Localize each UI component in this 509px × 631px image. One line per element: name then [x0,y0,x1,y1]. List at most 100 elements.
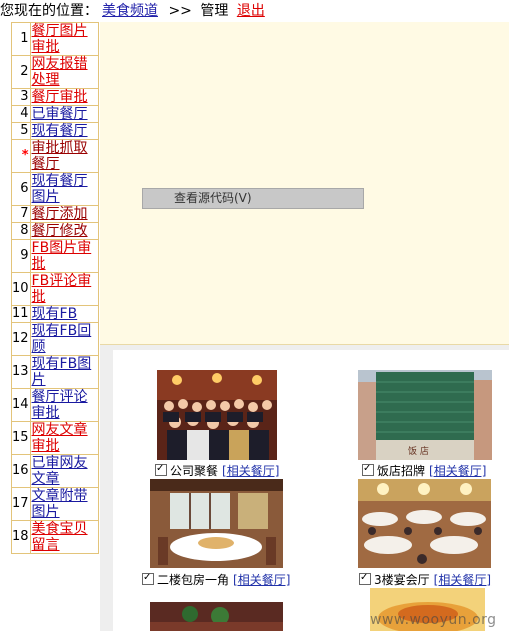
menu-item-cell: 餐厅修改 [29,222,100,240]
menu-item-link[interactable]: 现有餐厅 [32,123,88,139]
menu-item-link[interactable]: 网友文章审批 [32,422,88,454]
menu-item-number: 2 [11,55,31,89]
menu-item-cell: 美食宝贝留言 [29,520,100,554]
menu-item-cell: 文章附带图片 [29,487,100,521]
menu-row: 2 网友报错处理 [11,55,100,89]
menu-item-link[interactable]: FB图片审批 [32,240,92,272]
location-label: 您现在的位置： [0,3,98,19]
photo-group-dinner[interactable] [157,370,277,460]
menu-item-link[interactable]: 审批抓取餐厅 [32,140,88,172]
menu-row: 6 现有餐厅图片 [11,172,100,206]
top-content-frame [100,22,509,345]
caption-text: 饭店招牌 [377,464,426,478]
menu-row: * 审批抓取餐厅 [11,139,100,173]
breadcrumb-separator: >> [168,3,192,19]
menu-item-cell: 餐厅审批 [29,88,100,106]
menu-row: 10 FB评论审批 [11,272,100,306]
menu-item-cell: 现有餐厅 [29,122,100,140]
menu-item-number: 10 [11,272,31,306]
menu-row: 15 网友文章审批 [11,421,100,455]
menu-row: 11 现有FB [11,305,100,323]
menu-item-number: 11 [11,305,31,323]
admin-menu: 1 餐厅图片审批 2 网友报错处理 3 餐厅审批 4 已审餐厅 5 现有餐厅 * 审批抓取餐厅 6 现有餐… [11,22,100,554]
menu-row: 8 餐厅修改 [11,222,100,240]
menu-item-cell: 现有餐厅图片 [29,172,100,206]
menu-item-link[interactable]: 餐厅审批 [32,89,88,105]
menu-item-number: 6 [11,172,31,206]
menu-item-cell: 网友报错处理 [29,55,100,89]
menu-row: 7 餐厅添加 [11,205,100,223]
menu-item-number: 7 [11,205,31,223]
watermark-text: www.wooyun.org [370,612,497,628]
related-restaurant-link[interactable]: [相关餐厅] [429,464,486,478]
menu-item-link[interactable]: 已审餐厅 [32,106,88,122]
photo-restaurant-sign[interactable]: 饭 店 [358,370,492,460]
menu-row: 18 美食宝贝留言 [11,520,100,554]
menu-item-number: 13 [11,355,31,389]
menu-item-number: * [11,139,31,173]
menu-item-link[interactable]: 网友报错处理 [32,56,88,88]
photo-caption: 公司聚餐[相关餐厅] [155,462,279,478]
photo-partial-left[interactable] [150,602,283,631]
food-channel-link[interactable]: 美食频道 [102,3,158,19]
menu-item-number: 18 [11,520,31,554]
menu-item-number: 15 [11,421,31,455]
photo-checkbox[interactable] [155,462,167,476]
logout-link[interactable]: 退出 [237,3,265,19]
menu-item-link[interactable]: 餐厅评论审批 [32,389,88,421]
menu-row: 5 现有餐厅 [11,122,100,140]
menu-item-cell: FB图片审批 [29,239,100,273]
menu-item-cell: 现有FB回顾 [29,322,100,356]
caption-text: 3楼宴会厅 [374,573,430,587]
current-page-label: 管理 [200,3,229,19]
photo-checkbox[interactable] [362,462,374,476]
caption-text: 公司聚餐 [170,464,219,478]
menu-item-link[interactable]: 已审网友文章 [32,455,88,487]
menu-row: 4 已审餐厅 [11,105,100,123]
menu-item-cell: 餐厅添加 [29,205,100,223]
menu-item-link[interactable]: 现有FB回顾 [32,323,92,355]
svg-text:饭 店: 饭 店 [408,445,429,457]
breadcrumb: 您现在的位置： 美食频道 >> 管理 退出 [0,0,509,22]
menu-row: 3 餐厅审批 [11,88,100,106]
menu-item-number: 3 [11,88,31,106]
photo-banquet-hall[interactable] [358,479,491,568]
menu-item-link[interactable]: 现有FB图片 [32,356,92,388]
menu-item-number: 5 [11,122,31,140]
menu-row: 14 餐厅评论审批 [11,388,100,422]
menu-item-number: 1 [11,22,31,56]
menu-item-number: 16 [11,454,31,488]
menu-row: 1 餐厅图片审批 [11,22,100,56]
photo-private-room[interactable] [150,479,283,568]
menu-item-number: 17 [11,487,31,521]
menu-item-cell: 现有FB图片 [29,355,100,389]
menu-row: 16 已审网友文章 [11,454,100,488]
menu-item-cell: FB评论审批 [29,272,100,306]
related-restaurant-link[interactable]: [相关餐厅] [233,573,290,587]
menu-item-cell: 网友文章审批 [29,421,100,455]
menu-item-cell: 餐厅评论审批 [29,388,100,422]
menu-item-cell: 已审网友文章 [29,454,100,488]
menu-item-number: 9 [11,239,31,273]
menu-row: 12 现有FB回顾 [11,322,100,356]
related-restaurant-link[interactable]: [相关餐厅] [222,464,279,478]
menu-item-link[interactable]: 餐厅添加 [32,206,88,222]
menu-item-number: 12 [11,322,31,356]
menu-item-link[interactable]: 现有FB [32,306,78,322]
menu-item-link[interactable]: FB评论审批 [32,273,92,305]
menu-item-cell: 餐厅图片审批 [29,22,100,56]
caption-text: 二楼包房一角 [157,573,230,587]
related-restaurant-link[interactable]: [相关餐厅] [434,573,491,587]
photo-caption: 3楼宴会厅 [相关餐厅] [359,571,491,587]
photo-checkbox[interactable] [359,571,371,585]
menu-item-link[interactable]: 餐厅图片审批 [32,23,88,55]
menu-item-link[interactable]: 现有餐厅图片 [32,173,88,205]
view-source-menu-item[interactable]: 查看源代码(V) [142,188,364,209]
menu-item-cell: 审批抓取餐厅 [29,139,100,173]
menu-item-link[interactable]: 文章附带图片 [32,488,88,520]
menu-row: 13 现有FB图片 [11,355,100,389]
photo-checkbox[interactable] [142,571,154,585]
menu-row: 17 文章附带图片 [11,487,100,521]
menu-item-link[interactable]: 美食宝贝留言 [32,521,88,553]
menu-item-link[interactable]: 餐厅修改 [32,223,88,239]
